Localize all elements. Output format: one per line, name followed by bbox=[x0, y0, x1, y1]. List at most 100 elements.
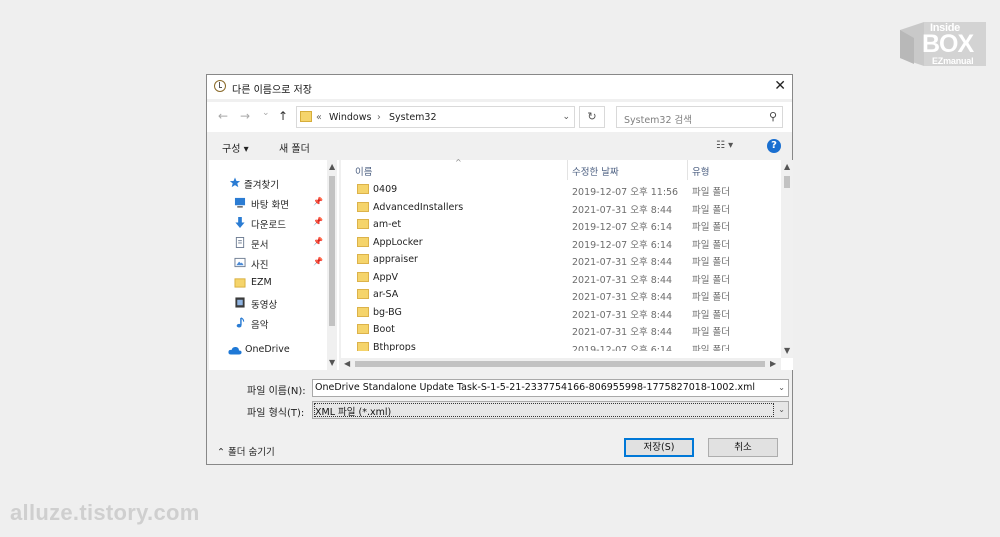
file-name[interactable]: Bthprops bbox=[373, 342, 416, 351]
file-row[interactable]: 0409 2019-12-07 오후 11:56 파일 폴더 bbox=[341, 181, 781, 198]
refresh-button[interactable]: ↻ bbox=[579, 106, 605, 128]
column-divider[interactable] bbox=[687, 160, 688, 180]
file-scroll-thumb[interactable] bbox=[784, 176, 790, 188]
file-name[interactable]: AppLocker bbox=[373, 237, 423, 248]
file-row[interactable]: AppV 2021-07-31 오후 8:44 파일 폴더 bbox=[341, 269, 781, 286]
sidebar-scrollbar[interactable]: ▲ ▼ bbox=[327, 160, 337, 370]
file-date: 2021-07-31 오후 8:44 bbox=[572, 309, 673, 321]
dialog-title: 다른 이름으로 저장 bbox=[232, 85, 312, 96]
close-button[interactable]: ✕ bbox=[774, 78, 786, 94]
sidebar-item-videos[interactable]: 동영상 bbox=[251, 297, 277, 311]
folder-icon bbox=[357, 306, 369, 317]
filetype-select[interactable]: XML 파일 (*.xml) ⌄ bbox=[312, 401, 789, 419]
scroll-right-arrow[interactable]: ▶ bbox=[770, 359, 776, 368]
help-icon[interactable]: ? bbox=[767, 139, 781, 153]
file-row[interactable]: Boot 2021-07-31 오후 8:44 파일 폴더 bbox=[341, 321, 781, 338]
file-row[interactable]: am-et 2019-12-07 오후 6:14 파일 폴더 bbox=[341, 216, 781, 233]
breadcrumb-system32[interactable]: System32 bbox=[389, 112, 437, 123]
sidebar-item-pictures[interactable]: 사진 bbox=[251, 257, 268, 271]
pin-icon: 📌 bbox=[313, 217, 323, 226]
file-row[interactable]: ar-SA 2021-07-31 오후 8:44 파일 폴더 bbox=[341, 286, 781, 303]
filename-field[interactable]: OneDrive Standalone Update Task-S-1-5-21… bbox=[312, 379, 789, 397]
scroll-left-arrow[interactable]: ◀ bbox=[344, 359, 350, 368]
up-button[interactable]: ↑ bbox=[278, 109, 288, 123]
search-icon[interactable]: ⚲ bbox=[769, 110, 777, 123]
column-divider[interactable] bbox=[567, 160, 568, 180]
hide-folders-button[interactable]: ⌃ 폴더 숨기기 bbox=[217, 444, 275, 458]
scroll-down-arrow[interactable]: ▼ bbox=[784, 346, 790, 355]
chevron-down-icon[interactable]: ⌄ bbox=[778, 405, 785, 414]
picture-icon bbox=[234, 257, 246, 268]
star-icon bbox=[229, 177, 241, 188]
folder-icon bbox=[300, 111, 312, 122]
watermark-site-text: alluze.tistory.com bbox=[10, 500, 200, 525]
back-button[interactable]: ← bbox=[218, 109, 228, 123]
sidebar-item-ezm[interactable]: EZM bbox=[251, 277, 272, 288]
logo-box-text: BOX bbox=[922, 30, 974, 58]
view-options-button[interactable]: ☷ ▾ bbox=[716, 140, 733, 151]
address-bar[interactable]: « Windows › System32 ⌄ bbox=[296, 106, 575, 128]
column-header-date[interactable]: 수정한 날짜 bbox=[572, 164, 619, 178]
file-name[interactable]: AdvancedInstallers bbox=[373, 202, 463, 213]
breadcrumb-windows[interactable]: Windows bbox=[329, 112, 371, 123]
folder-icon bbox=[357, 219, 369, 229]
desktop-icon bbox=[234, 197, 246, 208]
search-placeholder[interactable]: System32 검색 bbox=[624, 112, 692, 126]
file-name[interactable]: am-et bbox=[373, 219, 401, 230]
file-date: 2021-07-31 오후 8:44 bbox=[572, 204, 673, 216]
column-header-name[interactable]: 이름 bbox=[355, 164, 372, 178]
folder-icon bbox=[357, 289, 369, 299]
file-type: 파일 폴더 bbox=[692, 222, 730, 233]
cancel-button[interactable]: 취소 bbox=[708, 438, 778, 457]
address-dropdown-icon[interactable]: ⌄ bbox=[562, 112, 570, 122]
save-button[interactable]: 저장(S) bbox=[624, 438, 694, 457]
file-name[interactable]: bg-BG bbox=[373, 307, 402, 318]
file-type: 파일 폴더 bbox=[692, 292, 730, 303]
sidebar-item-onedrive[interactable]: OneDrive bbox=[245, 344, 290, 355]
address-chevrons[interactable]: « bbox=[316, 112, 322, 123]
navigation-row: ← → ⌄ ↑ « Windows › System32 ⌄ ↻ System3… bbox=[207, 102, 792, 132]
filetype-label: 파일 형식(T): bbox=[247, 408, 305, 419]
file-row[interactable]: Bthprops 2019-12-07 오후 6:14 파일 폴더 bbox=[341, 339, 781, 351]
file-name[interactable]: ar-SA bbox=[373, 289, 398, 300]
file-name[interactable]: appraiser bbox=[373, 254, 418, 265]
file-date: 2019-12-07 오후 6:14 bbox=[572, 239, 673, 251]
sort-caret-icon: ^ bbox=[455, 158, 462, 167]
file-row[interactable]: AdvancedInstallers 2021-07-31 오후 8:44 파일 폴… bbox=[341, 199, 781, 216]
sidebar-item-music[interactable]: 음악 bbox=[251, 317, 268, 331]
file-type: 파일 폴더 bbox=[692, 327, 730, 338]
chevron-down-icon[interactable]: ⌄ bbox=[778, 383, 785, 392]
download-icon bbox=[235, 217, 245, 228]
recent-locations-button[interactable]: ⌄ bbox=[262, 108, 270, 118]
file-type: 파일 폴더 bbox=[692, 187, 730, 198]
file-date: 2019-12-07 오후 11:56 bbox=[572, 187, 679, 198]
search-box[interactable]: System32 검색 ⚲ bbox=[616, 106, 783, 128]
sidebar-scroll-thumb[interactable] bbox=[329, 176, 335, 326]
sidebar-item-documents[interactable]: 문서 bbox=[251, 237, 268, 251]
file-name[interactable]: Boot bbox=[373, 324, 395, 335]
filename-value[interactable]: OneDrive Standalone Update Task-S-1-5-21… bbox=[315, 382, 755, 393]
scroll-down-arrow[interactable]: ▼ bbox=[329, 358, 335, 367]
organize-button[interactable]: 구성 ▾ bbox=[222, 140, 249, 155]
file-row[interactable]: AppLocker 2019-12-07 오후 6:14 파일 폴더 bbox=[341, 234, 781, 251]
file-date: 2021-07-31 오후 8:44 bbox=[572, 327, 673, 338]
sidebar-item-downloads[interactable]: 다운로드 bbox=[251, 217, 286, 231]
scroll-up-arrow[interactable]: ▲ bbox=[329, 162, 335, 171]
file-type: 파일 폴더 bbox=[692, 309, 730, 321]
file-row[interactable]: appraiser 2021-07-31 오후 8:44 파일 폴더 bbox=[341, 251, 781, 268]
file-list-scrollbar[interactable]: ▲ ▼ bbox=[781, 160, 793, 358]
filetype-value[interactable]: XML 파일 (*.xml) bbox=[315, 404, 391, 418]
file-list-hscrollbar[interactable]: ◀ ▶ bbox=[341, 358, 781, 370]
file-name[interactable]: AppV bbox=[373, 272, 398, 283]
clock-icon bbox=[214, 80, 226, 92]
scroll-up-arrow[interactable]: ▲ bbox=[784, 162, 790, 171]
file-hscroll-thumb[interactable] bbox=[355, 361, 765, 367]
new-folder-button[interactable]: 새 폴더 bbox=[279, 140, 310, 155]
sidebar-item-desktop[interactable]: 바탕 화면 bbox=[251, 197, 289, 211]
forward-button[interactable]: → bbox=[240, 109, 250, 123]
sidebar-item-favorites[interactable]: 즐겨찾기 bbox=[244, 177, 279, 191]
column-header-type[interactable]: 유형 bbox=[692, 164, 709, 178]
file-name[interactable]: 0409 bbox=[373, 184, 397, 195]
file-row[interactable]: bg-BG 2021-07-31 오후 8:44 파일 폴더 bbox=[341, 304, 781, 321]
file-type: 파일 폴더 bbox=[692, 344, 730, 351]
